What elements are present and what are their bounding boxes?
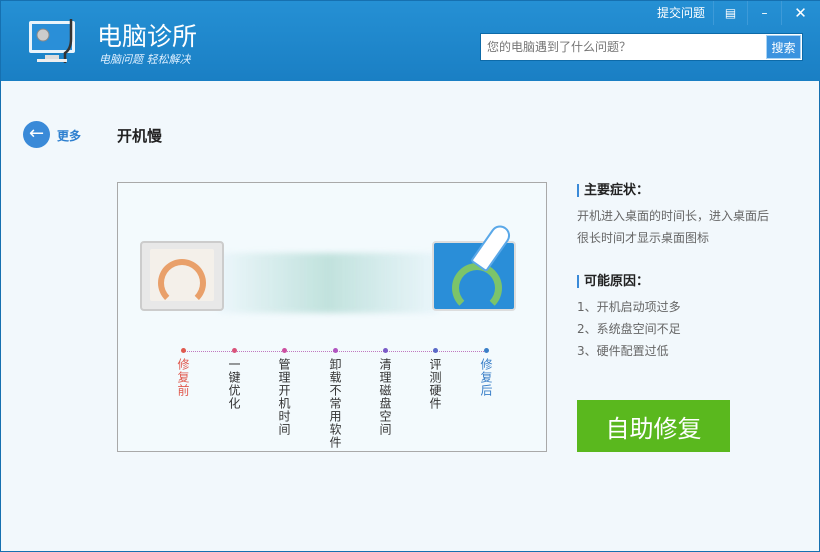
repair-illustration-panel: 修复前 一键优化 管理开机时间 卸载不常用软件 清理磁盘空间 评测硬件 修复后 [117, 182, 547, 452]
symptoms-section: 主要症状： 开机进入桌面的时间长，进入桌面后 很长时间才显示桌面图标 [577, 184, 769, 249]
causes-section: 可能原因： 1、开机启动项过多 2、系统盘空间不足 3、硬件配置过低 [577, 275, 681, 362]
cause-item: 3、硬件配置过低 [577, 344, 669, 358]
symptoms-text: 开机进入桌面的时间长，进入桌面后 [577, 209, 770, 223]
menu-icon[interactable]: ▤ [713, 1, 747, 25]
fast-monitor-rocket-icon [432, 221, 516, 313]
back-arrow-icon[interactable]: ← [23, 121, 50, 148]
app-title: 电脑诊所 [97, 22, 198, 51]
stethoscope-monitor-logo [29, 19, 75, 63]
minimize-button[interactable]: – [747, 1, 781, 25]
self-repair-button[interactable]: 自助修复 [577, 400, 730, 452]
slow-monitor-icon [140, 241, 224, 311]
cause-item: 1、开机启动项过多 [577, 300, 681, 314]
header: 电脑诊所 电脑问题 轻松解决 提交问题 ▤ – ✕ 搜索 [1, 1, 820, 81]
step-clean-disk: 清理磁盘空间 [378, 347, 392, 440]
symptoms-title: 主要症状： [577, 184, 769, 197]
page-title: 开机慢 [117, 127, 163, 145]
cause-item: 2、系统盘空间不足 [577, 322, 681, 336]
search-button[interactable]: 搜索 [766, 35, 801, 59]
step-before: 修复前 [176, 347, 190, 401]
more-link[interactable]: 更多 [57, 127, 81, 144]
step-hardware: 评测硬件 [428, 347, 442, 414]
repair-steps: 修复前 一键优化 管理开机时间 卸载不常用软件 清理磁盘空间 评测硬件 修复后 [173, 347, 503, 449]
step-startup: 管理开机时间 [277, 347, 291, 440]
symptoms-text: 很长时间才显示桌面图标 [577, 231, 710, 245]
step-after: 修复后 [479, 347, 493, 401]
speed-stream-graphic [218, 253, 438, 313]
search-box: 搜索 [480, 33, 803, 61]
close-button[interactable]: ✕ [781, 1, 819, 25]
search-input[interactable] [481, 34, 761, 60]
causes-title: 可能原因： [577, 275, 681, 288]
submit-question-button[interactable]: 提交问题 [649, 1, 713, 25]
app-slogan: 电脑问题 轻松解决 [99, 53, 191, 66]
step-uninstall: 卸载不常用软件 [328, 347, 342, 453]
step-optimize: 一键优化 [227, 347, 241, 414]
